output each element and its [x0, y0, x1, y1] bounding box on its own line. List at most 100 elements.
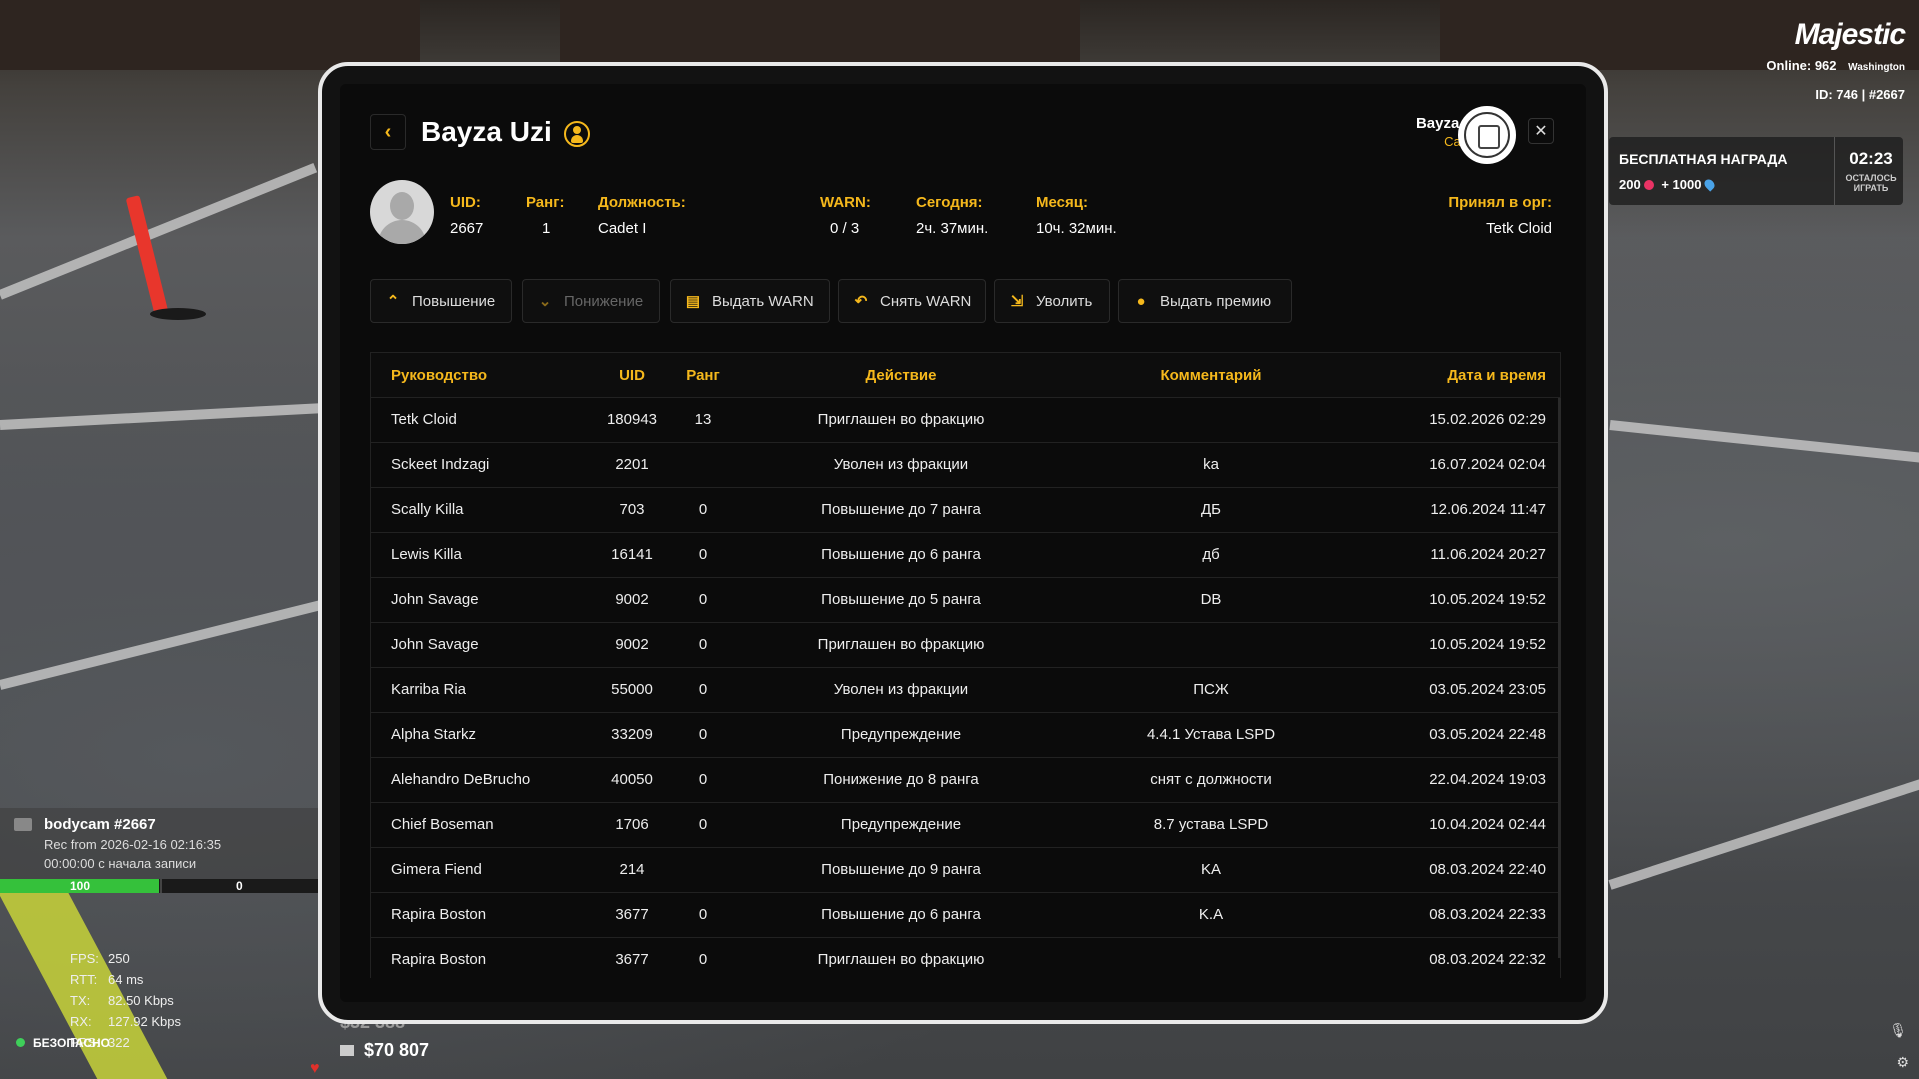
- cell-comment: ДБ: [1200, 501, 1221, 518]
- remove-warn-button[interactable]: ↶ Снять WARN: [838, 279, 986, 323]
- fire-button[interactable]: ⇲ Уволить: [994, 279, 1110, 323]
- undo-arrow-icon: ↶: [854, 293, 868, 310]
- bar-divider: [160, 879, 162, 893]
- give-bonus-button[interactable]: ● Выдать премию: [1118, 279, 1292, 323]
- exit-person-icon: ⇲: [1010, 293, 1024, 310]
- bodycam-title: bodycam #2667: [44, 816, 156, 833]
- table-row[interactable]: Gimera Fiend 214 Повышение до 9 ранга KA 08.…: [370, 848, 1561, 893]
- demote-button[interactable]: ⌄ Понижение: [522, 279, 660, 323]
- reward-plus: +: [1661, 177, 1669, 192]
- info-warn: WARN: 0 / 3: [820, 194, 871, 237]
- cell-uid: 180943: [606, 411, 658, 428]
- reward-title: БЕСПЛАТНАЯ НАГРАДА: [1619, 151, 1788, 167]
- cell-datetime: 16.07.2024 02:04: [1429, 456, 1546, 473]
- cell-uid: 214: [619, 861, 645, 878]
- table-body: Tetk Cloid 180943 13 Приглашен во фракцию 15…: [370, 398, 1561, 978]
- safe-zone-indicator: БЕЗОПАСНО: [16, 1036, 110, 1050]
- cell-action: Повышение до 6 ранга: [821, 906, 981, 923]
- cell-rank: 0: [698, 951, 708, 968]
- cell-leader: Rapira Boston: [391, 951, 487, 968]
- cell-leader: Alehandro DeBrucho: [391, 771, 531, 788]
- table-row[interactable]: Alpha Starkz 33209 0 Предупреждение 4.4.1 Ус…: [370, 713, 1561, 758]
- settings-icon: ⚙: [1896, 1054, 1909, 1070]
- cell-uid: 3677: [615, 951, 649, 968]
- header-leader: Руководство: [391, 367, 488, 384]
- close-button[interactable]: ✕: [1528, 118, 1554, 144]
- header-rank: Ранг: [686, 367, 720, 384]
- cell-comment: 8.7 устава LSPD: [1153, 816, 1269, 833]
- table-row[interactable]: Alehandro DeBrucho 40050 0 Понижение до 8 р…: [370, 758, 1561, 803]
- table-row[interactable]: Karriba Ria 55000 0 Уволен из фракции ПСЖ 03.…: [370, 668, 1561, 713]
- scrollbar[interactable]: [1558, 398, 1561, 958]
- page-title: Bayza Uzi: [421, 116, 552, 147]
- storefront: [560, 0, 1080, 70]
- back-button[interactable]: ‹: [370, 114, 406, 150]
- status-bars: 100 0: [0, 879, 318, 893]
- cell-leader: Gimera Fiend: [391, 861, 482, 878]
- cell-leader: Rapira Boston: [391, 906, 487, 923]
- cell-uid: 9002: [615, 591, 649, 608]
- cell-uid: 2201: [615, 456, 649, 473]
- cell-leader: Scally Killa: [391, 501, 464, 518]
- traffic-cone-base: [150, 308, 206, 320]
- cell-action: Приглашен во фракцию: [817, 636, 985, 653]
- document-warn-icon: ▤: [685, 293, 701, 310]
- table-row[interactable]: Lewis Killa 16141 0 Повышение до 6 ранга дб 1…: [370, 533, 1561, 578]
- cell-action: Предупреждение: [840, 816, 962, 833]
- reward-time-left-label: ОСТАЛОСЬ ИГРАТЬ: [1845, 173, 1897, 193]
- microphone-icon: 🎙: [1889, 1022, 1907, 1038]
- cell-action: Повышение до 5 ранга: [821, 591, 981, 608]
- promote-button[interactable]: ⌃ Повышение: [370, 279, 512, 323]
- online-line: Online: 962 Washington: [1766, 58, 1905, 73]
- table-row[interactable]: John Savage 9002 0 Приглашен во фракцию 10.0…: [370, 623, 1561, 668]
- cell-datetime: 03.05.2024 23:05: [1429, 681, 1546, 698]
- table-row[interactable]: Scally Killa 703 0 Повышение до 7 ранга ДБ 12…: [370, 488, 1561, 533]
- net-row: RX: 127.92 Kbps: [70, 1014, 182, 1029]
- cell-leader: Sckeet Indzagi: [391, 456, 490, 473]
- cell-uid: 33209: [611, 726, 653, 743]
- cell-uid: 40050: [611, 771, 653, 788]
- coin-icon: ●: [1136, 292, 1146, 310]
- cell-comment: KA: [1200, 861, 1221, 878]
- drop-icon: [1702, 177, 1718, 192]
- close-icon: ✕: [1534, 123, 1548, 140]
- free-reward-widget[interactable]: БЕСПЛАТНАЯ НАГРАДА 200 + 1000 02:23 ОСТА…: [1609, 137, 1903, 205]
- info-uid: UID: 2667: [450, 194, 484, 237]
- table-row[interactable]: John Savage 9002 0 Повышение до 5 ранга DB 10…: [370, 578, 1561, 623]
- bodycam-rec: Rec from 2026-02-16 02:16:35: [44, 837, 222, 852]
- cell-datetime: 11.06.2024 20:27: [1430, 546, 1546, 563]
- info-month: Месяц: 10ч. 32мин.: [1036, 194, 1117, 237]
- info-today: Сегодня: 2ч. 37мин.: [916, 194, 989, 237]
- cell-action: Уволен из фракции: [833, 681, 969, 698]
- reward-values: 200 + 1000: [1619, 177, 1718, 192]
- cell-datetime: 22.04.2024 19:03: [1429, 771, 1546, 788]
- cell-action: Приглашен во фракцию: [817, 411, 985, 428]
- coin-icon: [1643, 180, 1654, 190]
- cell-comment: ПСЖ: [1193, 681, 1229, 698]
- table-row[interactable]: Tetk Cloid 180943 13 Приглашен во фракцию 15…: [370, 398, 1561, 443]
- table-row[interactable]: Rapira Boston 3677 0 Повышение до 6 ранга K.…: [370, 893, 1561, 938]
- cell-datetime: 08.03.2024 22:33: [1429, 906, 1546, 923]
- table-row[interactable]: Sckeet Indzagi 2201 Уволен из фракции ka 16.…: [370, 443, 1561, 488]
- table-row[interactable]: Chief Boseman 1706 0 Предупреждение 8.7 уста…: [370, 803, 1561, 848]
- cell-uid: 9002: [615, 636, 649, 653]
- cell-datetime: 10.05.2024 19:52: [1429, 636, 1546, 653]
- road-marking: [1609, 420, 1919, 465]
- online-count: 962: [1814, 58, 1837, 73]
- info-accepted-by: Принял в орг: Tetk Cloid: [1448, 194, 1552, 237]
- table-row[interactable]: Rapira Boston 3677 0 Приглашен во фракцию 08…: [370, 938, 1561, 978]
- net-row: RTT: 64 ms: [70, 972, 144, 987]
- give-warn-button[interactable]: ▤ Выдать WARN: [670, 279, 830, 323]
- cell-datetime: 12.06.2024 11:47: [1430, 501, 1546, 518]
- majestic-logo: Majestic: [1794, 18, 1906, 51]
- department-seal-logo: [1458, 106, 1516, 164]
- cell-leader: Karriba Ria: [391, 681, 467, 698]
- cell-action: Понижение до 8 ранга: [823, 771, 979, 788]
- cell-rank: 0: [698, 501, 708, 518]
- cell-rank: 0: [698, 546, 708, 563]
- road-marking: [0, 402, 330, 430]
- traffic-cone: [125, 195, 169, 315]
- cell-uid: 55000: [611, 681, 653, 698]
- cell-uid: 16141: [611, 546, 653, 563]
- camera-icon: [14, 818, 32, 831]
